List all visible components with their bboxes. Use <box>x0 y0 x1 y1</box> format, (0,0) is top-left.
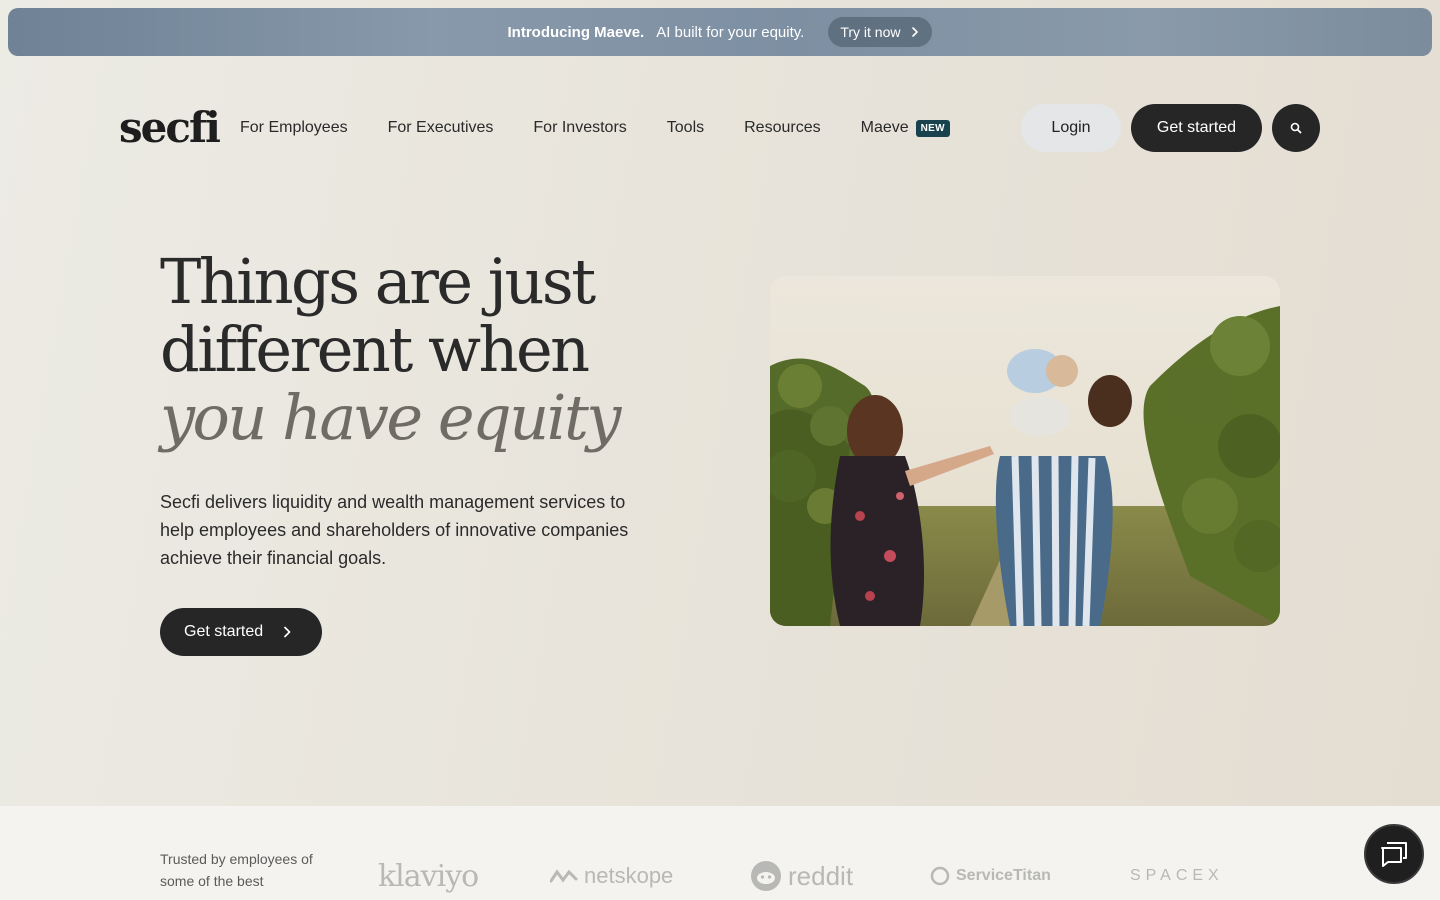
chat-button[interactable] <box>1364 824 1424 884</box>
reddit-logo-text: reddit <box>788 860 854 891</box>
secfi-logo[interactable]: secfi <box>119 104 221 152</box>
login-button[interactable]: Login <box>1021 104 1121 152</box>
servicetitan-logo-text: ServiceTitan <box>956 867 1051 884</box>
trusted-text: Trusted by employees of some of the best <box>160 851 313 889</box>
netskope-logo: netskope <box>550 856 673 896</box>
spacex-logo: SPACEX <box>1130 856 1224 896</box>
nav-for-investors[interactable]: For Investors <box>533 119 626 137</box>
nav-resources[interactable]: Resources <box>744 119 820 137</box>
try-it-now-label: Try it now <box>840 24 901 40</box>
nav-tools[interactable]: Tools <box>667 119 704 137</box>
headline-line-1: Things are just <box>160 245 596 318</box>
get-started-button[interactable]: Get started <box>1131 104 1262 152</box>
try-it-now-button[interactable]: Try it now <box>828 17 933 47</box>
hero-get-started-button[interactable]: Get started <box>160 608 322 656</box>
reddit-logo: reddit <box>750 856 853 896</box>
headline-line-3: you have equity <box>160 381 621 454</box>
trusted-section: Trusted by employees of some of the best… <box>0 806 1440 900</box>
main-nav: secfi For Employees For Executives For I… <box>0 104 1440 152</box>
chevron-right-icon <box>912 27 919 37</box>
hero-cta-label: Get started <box>184 623 264 640</box>
chat-bubble-icon <box>1381 842 1407 867</box>
klaviyo-logo-text: klaviyo <box>378 858 479 894</box>
reddit-alien-icon <box>751 861 781 891</box>
netskope-mark-icon <box>550 869 578 883</box>
nav-maeve[interactable]: Maeve NEW <box>861 119 950 137</box>
servicetitan-logo: ServiceTitan <box>930 856 1051 896</box>
new-badge: NEW <box>915 119 950 137</box>
klaviyo-logo: klaviyo <box>378 856 479 896</box>
nav-for-executives[interactable]: For Executives <box>388 119 494 137</box>
nav-links: For Employees For Executives For Investo… <box>240 104 990 152</box>
announcement-bar: Introducing Maeve. AI built for your equ… <box>8 8 1432 56</box>
hero-family-vineyard-image <box>770 276 1280 626</box>
search-icon <box>1290 122 1302 134</box>
headline-line-2: different when <box>160 313 590 386</box>
chevron-right-icon <box>284 626 291 638</box>
announcement-intro: Introducing Maeve. <box>507 23 645 41</box>
nav-maeve-label: Maeve <box>860 119 909 136</box>
hero-headline: Things are just different when you have … <box>160 248 720 452</box>
servicetitan-mark-icon <box>930 866 950 886</box>
netskope-logo-text: netskope <box>584 863 674 888</box>
search-button[interactable] <box>1272 104 1320 152</box>
spacex-logo-text: SPACEX <box>1130 867 1224 884</box>
announcement-tagline: AI built for your equity. <box>656 23 805 41</box>
nav-for-employees[interactable]: For Employees <box>240 119 348 137</box>
hero-description: Secfi delivers liquidity and wealth mana… <box>160 492 629 568</box>
